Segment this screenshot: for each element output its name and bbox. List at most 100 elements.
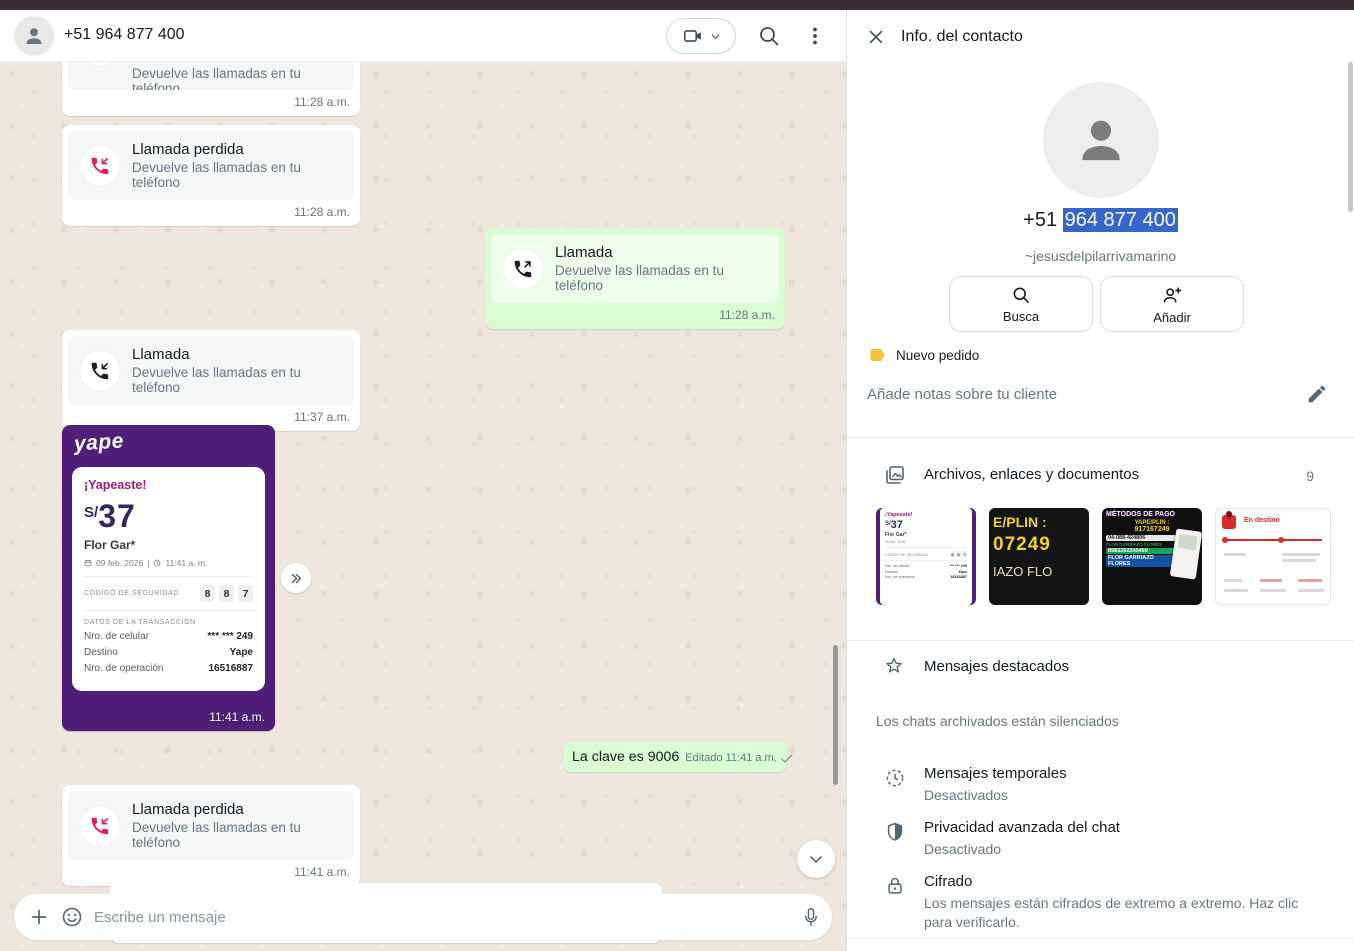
thumb-text: 07249 <box>993 534 1085 556</box>
composer-pill <box>14 894 832 940</box>
message-incoming-call[interactable]: Llamada Devuelve las llamadas en tu telé… <box>62 330 360 431</box>
missed-call-icon <box>80 146 120 186</box>
starred-row-label: Mensajes destacados <box>924 658 1069 675</box>
call-icon-circle <box>80 62 120 66</box>
menu-kebab-icon[interactable] <box>803 24 827 53</box>
timer-icon <box>884 767 906 794</box>
contact-phone[interactable]: +51 964 877 400 <box>847 209 1354 232</box>
chevron-down-icon <box>710 31 721 42</box>
forward-icon <box>288 570 305 587</box>
scroll-to-bottom-button[interactable] <box>797 840 835 878</box>
media-thumb-metodos-pago[interactable]: MÉTODOS DE PAGO YAPE/PLIN : 917167249 04… <box>1102 508 1202 605</box>
message-time: 11:28 a.m. <box>68 95 350 109</box>
call-subtitle: Devuelve las llamadas en tu teléfono <box>132 820 342 850</box>
client-notes-placeholder[interactable]: Añade notas sobre tu cliente <box>867 386 1057 403</box>
message-text-outgoing[interactable]: La clave es 9006 Editado 11:41 a.m. <box>563 742 787 772</box>
receipt-security-code: CÓDIGO DE SEGURIDAD 8 8 7 <box>84 585 253 602</box>
chat-title[interactable]: +51 964 877 400 <box>64 26 185 44</box>
divider <box>847 437 1354 438</box>
message-missed-call[interactable]: Llamada perdida Devuelve las llamadas en… <box>62 125 360 226</box>
search-icon[interactable] <box>757 24 781 53</box>
clock-icon <box>153 559 161 567</box>
message-time: 11:37 a.m. <box>68 410 350 424</box>
media-row-label: Archivos, enlaces y documentos <box>924 466 1139 483</box>
emoji-icon[interactable] <box>60 905 84 929</box>
chat-header: +51 964 877 400 <box>0 10 846 62</box>
attach-plus-icon[interactable] <box>28 906 50 928</box>
message-time: 11:41 a.m. <box>68 865 350 879</box>
contact-avatar[interactable] <box>14 16 54 56</box>
divider <box>847 937 1354 938</box>
thumb-receipt-card: ¡Yapeaste! S/37 Flor Gar* 09 feb. 2026 C… <box>880 508 972 605</box>
message-missed-call[interactable]: Llamada perdida Devuelve las llamadas en… <box>62 785 360 886</box>
media-thumb-yape-receipt[interactable]: ¡Yapeaste! S/37 Flor Gar* 09 feb. 2026 C… <box>876 508 976 605</box>
message-image-yape-receipt[interactable]: yape ¡Yapeaste! S/37 Flor Gar* 09 feb. 2… <box>62 425 275 731</box>
search-button-label: Busca <box>1003 309 1039 324</box>
window-top-strip <box>0 0 1354 10</box>
outgoing-call-icon <box>503 249 543 289</box>
phone-prefix: +51 <box>1023 209 1062 231</box>
edit-pencil-icon[interactable] <box>1306 383 1328 410</box>
star-icon <box>883 655 905 682</box>
call-subtitle: Devuelve las llamadas en tu teléfono <box>132 66 342 90</box>
call-title: Llamada perdida <box>132 801 342 818</box>
panel-scrollbar[interactable] <box>1348 62 1353 212</box>
text-placeholder <box>1224 579 1242 582</box>
search-chat-button[interactable]: Busca <box>949 276 1093 332</box>
incoming-call-icon <box>80 351 120 391</box>
message-time: 11:28 a.m. <box>491 308 775 322</box>
receipt-amount: S/37 <box>84 498 253 535</box>
message-time: 11:28 a.m. <box>68 205 350 219</box>
close-icon[interactable] <box>866 27 886 52</box>
setting-title: Mensajes temporales <box>924 765 1067 782</box>
thumb-text: En destino <box>1244 517 1280 524</box>
photo-library-icon <box>883 463 907 492</box>
receipt-row: Nro. de operación16516887 <box>84 663 253 674</box>
tag-icon <box>869 347 887 363</box>
text-placeholder <box>1260 589 1286 592</box>
chat-scrollbar[interactable] <box>833 645 838 785</box>
yape-logo: yape <box>73 429 124 456</box>
media-links-docs-row[interactable]: Archivos, enlaces y documentos 9 <box>847 463 1354 497</box>
phone-selected-text: 964 877 400 <box>1063 208 1178 232</box>
call-subtitle: Devuelve las llamadas en tu teléfono <box>132 160 342 190</box>
forward-button[interactable] <box>281 563 311 593</box>
pos-terminal-graphic <box>1170 528 1202 579</box>
message-time: 11:41 a.m. <box>726 752 777 764</box>
message-call-partial[interactable]: Devuelve las llamadas en tu teléfono 11:… <box>62 62 360 116</box>
chat-column: +51 964 877 400 Devuelve las llamadas en… <box>0 10 846 951</box>
media-count: 9 <box>1306 468 1314 484</box>
divider <box>84 576 253 577</box>
call-title: Llamada <box>132 346 342 363</box>
text-placeholder <box>1298 579 1322 582</box>
text-placeholder <box>1282 553 1320 556</box>
setting-title: Cifrado <box>924 873 972 890</box>
panel-title: Info. del contacto <box>901 28 1023 46</box>
call-box: Llamada perdida Devuelve las llamadas en… <box>68 791 354 860</box>
media-thumb-plin-banner[interactable]: E/PLIN : 07249 IAZO FLO <box>989 508 1089 605</box>
divider <box>847 640 1354 641</box>
receipt-headline: ¡Yapeaste! <box>84 478 253 492</box>
chevron-down-icon <box>806 849 826 869</box>
mic-icon[interactable] <box>800 906 822 928</box>
media-thumb-tracking[interactable]: En destino <box>1215 508 1331 605</box>
receipt-row: Nro. de celular*** *** 249 <box>84 631 253 642</box>
thumb-text: MÉTODOS DE PAGO <box>1106 511 1198 518</box>
lock-icon <box>884 875 906 902</box>
shield-icon <box>884 821 906 848</box>
call-box: Llamada Devuelve las llamadas en tu telé… <box>491 234 779 303</box>
starred-messages-row[interactable]: Mensajes destacados <box>847 655 1354 689</box>
message-text: La clave es 9006 <box>572 749 679 765</box>
text-placeholder <box>1298 589 1324 592</box>
message-outgoing-call[interactable]: Llamada Devuelve las llamadas en tu telé… <box>485 228 785 329</box>
thumb-text: 04-088-424806 <box>1106 535 1176 541</box>
contact-profile-avatar[interactable] <box>1043 82 1159 198</box>
edited-label: Editado <box>685 752 722 764</box>
message-input[interactable] <box>94 909 790 926</box>
add-contact-button[interactable]: Añadir <box>1100 276 1244 332</box>
video-call-button[interactable] <box>666 18 736 54</box>
receipt-recipient: Flor Gar* <box>84 538 253 552</box>
message-time: 11:41 a.m. <box>209 710 265 724</box>
message-meta: Editado 11:41 a.m. <box>685 752 793 765</box>
business-label-nuevo-pedido[interactable]: Nuevo pedido <box>869 347 979 363</box>
